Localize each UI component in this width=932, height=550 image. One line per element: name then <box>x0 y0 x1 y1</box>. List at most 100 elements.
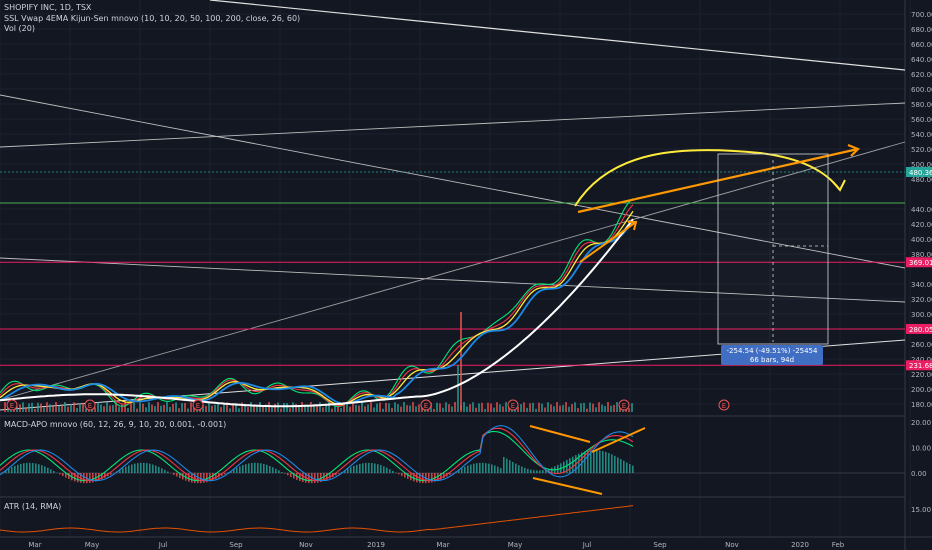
volume-bar <box>223 403 225 412</box>
macd-histogram-bar <box>314 473 316 484</box>
macd-histogram-bar <box>176 473 178 477</box>
macd-histogram-bar <box>242 465 244 473</box>
macd-histogram-bar <box>488 463 490 473</box>
volume-bar <box>37 402 39 412</box>
volume-bar <box>604 406 606 412</box>
earnings-marker-label: E <box>424 402 428 410</box>
macd-axis-tick: 10.00 <box>911 445 931 453</box>
volume-bar <box>190 402 192 412</box>
macd-low-arrow <box>532 477 603 495</box>
time-axis-label: May <box>85 541 99 549</box>
volume-bar <box>490 403 492 412</box>
ema-line-red <box>0 204 634 407</box>
volume-bar <box>559 405 561 412</box>
volume-bar <box>151 404 153 412</box>
volume-bar <box>418 404 420 412</box>
symbol-title[interactable]: SHOPIFY INC, 1D, TSX <box>4 3 91 12</box>
price-axis-tick: 580.00 <box>911 101 932 109</box>
volume-bar <box>175 402 177 412</box>
volume-bar <box>148 402 150 412</box>
volume-bar <box>466 406 468 412</box>
macd-histogram-bar <box>29 462 31 473</box>
volume-bar <box>100 404 102 412</box>
volume-bar <box>187 408 189 412</box>
chart-canvas[interactable]: E E E E E E E -254.54 (-49.51%) -2545466 bars, … <box>0 0 932 550</box>
macd-histogram-bar <box>149 463 151 473</box>
price-line-green <box>0 198 634 408</box>
volume-bar <box>136 408 138 412</box>
vwap-line-blue <box>0 220 634 405</box>
volume-bar <box>292 402 294 412</box>
volume-bar <box>79 403 81 412</box>
measure-label-line2: 66 bars, 94d <box>750 356 794 364</box>
macd-histogram-bar <box>605 451 607 473</box>
volume-bar <box>484 408 486 412</box>
volume-bar <box>181 403 183 412</box>
macd-histogram-bar <box>596 450 598 473</box>
volume-bar <box>157 402 159 412</box>
macd-histogram-bar <box>521 466 523 473</box>
macd-histogram-bar <box>524 467 526 473</box>
macd-histogram-bar <box>161 468 163 473</box>
volume-bar <box>610 405 612 412</box>
volume-bar <box>76 407 78 412</box>
volume-bar <box>580 403 582 412</box>
volume-bar <box>613 404 615 412</box>
macd-histogram-bar <box>461 468 463 473</box>
price-badge-label: 480.36 <box>909 169 932 177</box>
macd-histogram-bar <box>17 464 19 473</box>
macd-histogram-bar <box>389 469 391 473</box>
study-legend-volume[interactable]: Vol (20) <box>4 24 35 33</box>
macd-histogram-bar <box>134 463 136 473</box>
volume-bar <box>379 402 381 412</box>
macd-histogram-bar <box>266 464 268 473</box>
time-axis-label: 2019 <box>367 541 385 549</box>
volume-bar <box>385 402 387 412</box>
macd-histogram-bar <box>11 467 13 473</box>
volume-bar <box>532 402 534 412</box>
volume-bar <box>172 403 174 412</box>
volume-bar <box>616 402 618 412</box>
volume-bar <box>310 402 312 412</box>
volume-bar <box>112 405 114 412</box>
price-axis-tick: 180.00 <box>911 401 932 409</box>
price-axis-tick: 260.00 <box>911 341 932 349</box>
macd-histogram-bar <box>278 470 280 473</box>
macd-legend[interactable]: MACD-APO mnovo (60, 12, 26, 9, 10, 20, 0… <box>4 420 226 429</box>
volume-bar <box>340 408 342 412</box>
volume-bar <box>145 407 147 412</box>
volume-bar <box>277 402 279 412</box>
macd-histogram-bar <box>110 473 112 475</box>
volume-bar <box>70 404 72 412</box>
macd-histogram-bar <box>428 473 430 483</box>
volume-bar <box>55 402 57 412</box>
volume-bar <box>58 405 60 412</box>
measure-label-line1: -254.54 (-49.51%) -25454 <box>727 347 818 355</box>
macd-histogram-bar <box>518 465 520 473</box>
volume-bar <box>571 404 573 412</box>
macd-histogram-bar <box>497 466 499 473</box>
macd-histogram-bar <box>611 454 613 473</box>
volume-bar <box>103 406 105 412</box>
price-axis-tick: 640.00 <box>911 56 932 64</box>
macd-histogram-bar <box>146 463 148 473</box>
atr-legend[interactable]: ATR (14, RMA) <box>4 502 61 511</box>
macd-histogram-bar <box>368 462 370 473</box>
macd-histogram-bar <box>476 463 478 473</box>
macd-axis-tick: 20.00 <box>911 419 931 427</box>
volume-bar <box>529 403 531 412</box>
macd-histogram-bar <box>509 460 511 473</box>
price-axis-tick: 620.00 <box>911 71 932 79</box>
volume-bar <box>454 402 456 412</box>
macd-histogram-bar <box>464 466 466 473</box>
volume-bar <box>301 402 303 412</box>
volume-bar <box>274 403 276 412</box>
volume-bar <box>394 402 396 412</box>
earnings-marker-label: E <box>196 402 200 410</box>
volume-bar <box>64 402 66 412</box>
volume-bar <box>586 408 588 412</box>
study-legend-ssl[interactable]: SSL Vwap 4EMA Kijun-Sen mnovo (10, 10, 2… <box>4 14 300 23</box>
volume-bar <box>493 407 495 412</box>
macd-histogram-bar <box>569 458 571 473</box>
macd-histogram-bar <box>401 473 403 476</box>
